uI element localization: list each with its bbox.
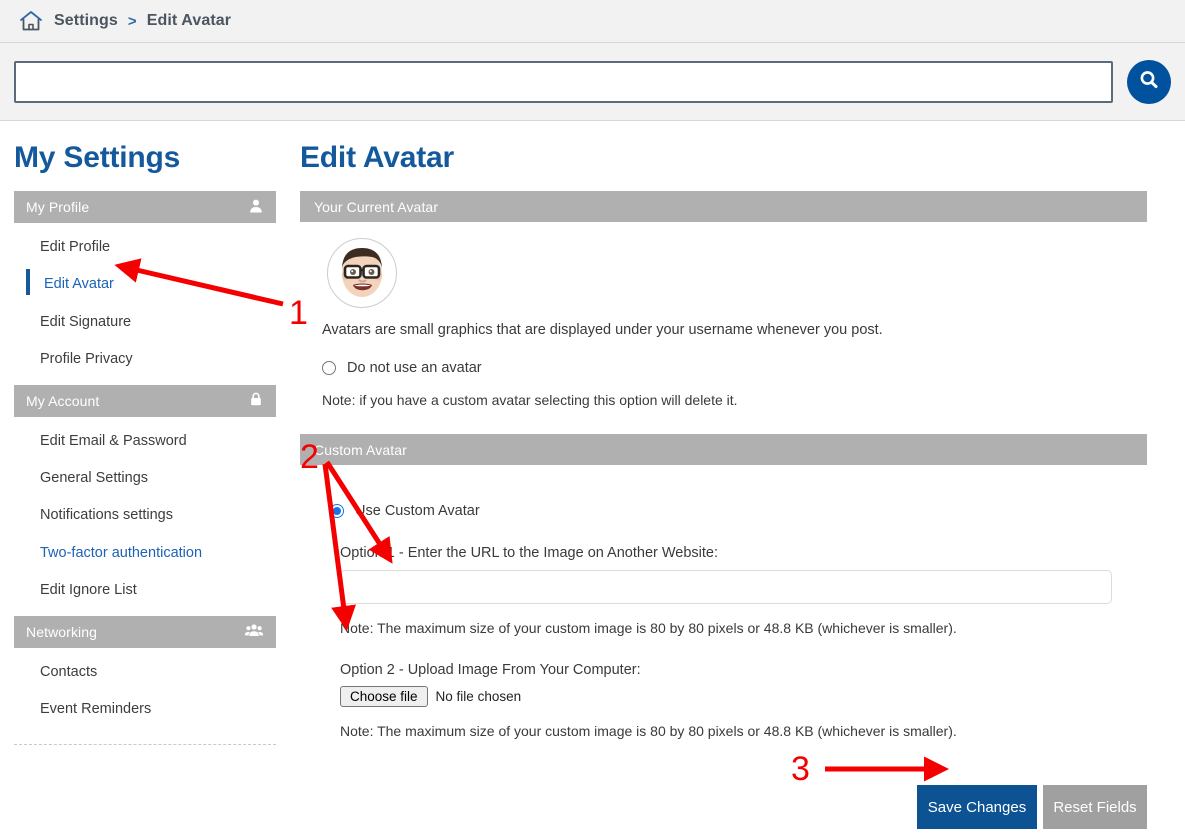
choose-file-button[interactable]: Choose file	[340, 686, 428, 707]
chevron-right-icon: >	[127, 12, 137, 30]
radio-row-no-avatar[interactable]: Do not use an avatar	[322, 360, 1147, 376]
note-option1-size: Note: The maximum size of your custom im…	[340, 620, 957, 636]
label-option2-upload: Option 2 - Upload Image From Your Comput…	[340, 662, 641, 678]
panel-body-current-avatar: Avatars are small graphics that are disp…	[300, 222, 1147, 414]
sidebar-title: My Settings	[14, 141, 181, 174]
sidebar-item-contacts[interactable]: Contacts	[14, 654, 276, 691]
user-icon	[248, 198, 264, 217]
panel-body-custom-avatar: Use Custom Avatar Option 1 - Enter the U…	[300, 465, 1147, 835]
search-input[interactable]	[14, 60, 1113, 103]
sidebar-group-header-my-account[interactable]: My Account	[14, 384, 276, 417]
radio-use-custom-avatar[interactable]	[330, 504, 344, 518]
sidebar-item-edit-signature[interactable]: Edit Signature	[14, 304, 276, 341]
panel-header-current-avatar: Your Current Avatar	[300, 191, 1147, 222]
sidebar-item-event-reminders[interactable]: Event Reminders	[14, 691, 276, 728]
avatar-description: Avatars are small graphics that are disp…	[322, 322, 883, 338]
sidebar-group-header-my-profile[interactable]: My Profile	[14, 191, 276, 223]
search-button[interactable]	[1127, 59, 1171, 104]
file-upload-row[interactable]: Choose file No file chosen	[340, 686, 1147, 707]
sidebar-group-label: My Account	[26, 392, 100, 409]
radio-label-do-not-use-avatar: Do not use an avatar	[347, 360, 482, 376]
breadcrumb-item-edit-avatar: Edit Avatar	[146, 12, 232, 29]
search-icon	[1137, 68, 1161, 95]
people-icon	[244, 622, 264, 641]
breadcrumb-item-settings[interactable]: Settings	[54, 12, 118, 30]
avatar-url-input[interactable]	[340, 570, 1112, 604]
file-status-text: No file chosen	[435, 689, 522, 704]
reset-fields-button[interactable]: Reset Fields	[1043, 785, 1147, 829]
note-no-avatar: Note: if you have a custom avatar select…	[322, 392, 738, 408]
radio-row-use-custom-avatar[interactable]: Use Custom Avatar	[330, 503, 1147, 519]
save-changes-button[interactable]: Save Changes	[917, 785, 1037, 829]
sidebar-group-label: Networking	[26, 623, 98, 640]
radio-label-use-custom-avatar: Use Custom Avatar	[355, 503, 480, 519]
search-bar	[0, 43, 1185, 121]
sidebar-item-notifications-settings[interactable]: Notifications settings	[14, 497, 276, 534]
sidebar: My Settings My Profile Edit Profile Edit…	[0, 121, 290, 746]
lock-icon	[248, 391, 264, 410]
sidebar-item-general-settings[interactable]: General Settings	[14, 460, 276, 497]
note-option2-size: Note: The maximum size of your custom im…	[340, 723, 957, 739]
sidebar-item-edit-avatar[interactable]: Edit Avatar	[14, 266, 276, 303]
sidebar-group-header-networking[interactable]: Networking	[14, 615, 276, 648]
sidebar-item-two-factor-authentication[interactable]: Two-factor authentication	[14, 535, 276, 572]
panel-header-custom-avatar: Custom Avatar	[300, 434, 1147, 465]
page-title: Edit Avatar	[300, 141, 454, 174]
breadcrumb: Settings > Edit Avatar	[0, 0, 1185, 43]
sidebar-item-edit-email-password[interactable]: Edit Email & Password	[14, 423, 276, 460]
form-actions: Save Changes Reset Fields	[322, 785, 1147, 829]
label-option1-url: Option 1 - Enter the URL to the Image on…	[340, 545, 719, 561]
home-icon[interactable]	[18, 9, 44, 33]
memoji-avatar-icon	[329, 239, 395, 307]
sidebar-item-edit-profile[interactable]: Edit Profile	[14, 229, 276, 266]
main-content: Edit Avatar Your Current Avatar Avatars …	[290, 121, 1185, 835]
avatar	[327, 238, 397, 308]
sidebar-item-profile-privacy[interactable]: Profile Privacy	[14, 341, 276, 378]
sidebar-group-label: My Profile	[26, 199, 90, 215]
sidebar-divider	[14, 744, 276, 746]
sidebar-item-edit-ignore-list[interactable]: Edit Ignore List	[14, 572, 276, 609]
page-body: My Settings My Profile Edit Profile Edit…	[0, 121, 1185, 835]
radio-do-not-use-avatar[interactable]	[322, 361, 336, 375]
